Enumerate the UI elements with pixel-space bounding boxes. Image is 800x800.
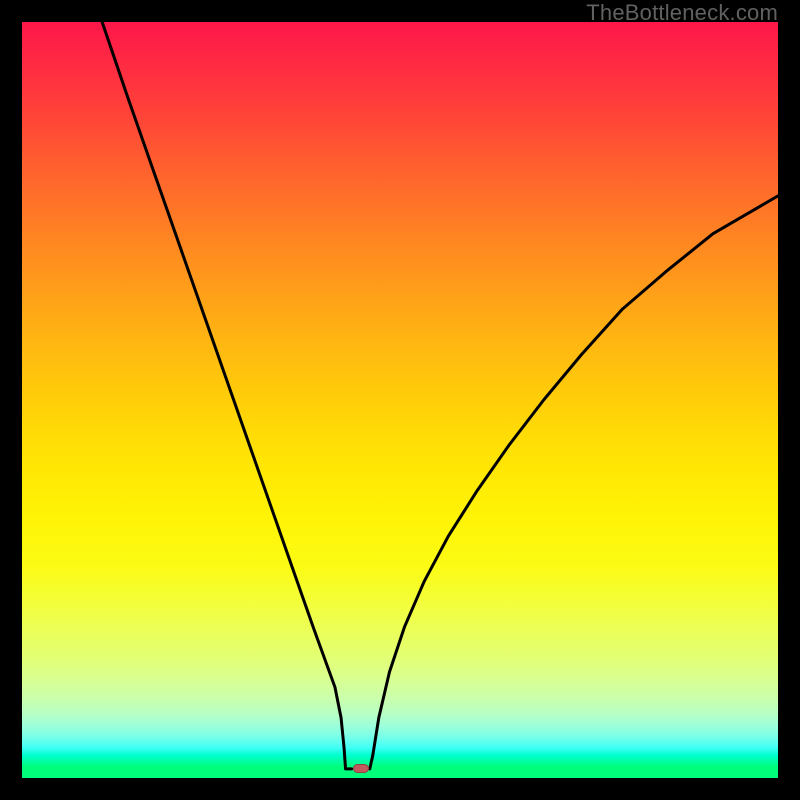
curve-left-path xyxy=(102,22,351,769)
curve-right-path xyxy=(370,196,778,769)
minimum-cap-marker xyxy=(353,764,369,773)
plot-area xyxy=(22,22,778,778)
chart-frame: TheBottleneck.com xyxy=(0,0,800,800)
bottleneck-curve xyxy=(22,22,778,778)
